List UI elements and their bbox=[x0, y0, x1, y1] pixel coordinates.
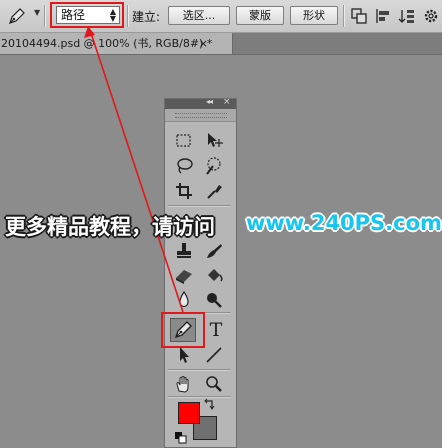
watermark: 更多精品教程，请访问 www.240PS.com bbox=[0, 209, 442, 241]
separator bbox=[343, 5, 345, 27]
document-tab[interactable]: 20104494.psd @ 100% (书, RGB/8#) * × bbox=[0, 33, 233, 54]
eyedropper-tool-icon[interactable] bbox=[203, 180, 225, 202]
options-bar: ▼ 路径 ▲ ▼ 建立: 选区... 蒙版 形状 bbox=[0, 0, 442, 33]
swap-colors-icon[interactable] bbox=[202, 398, 216, 412]
document-tab-title: 20104494.psd @ 100% (书, RGB/8#) * bbox=[1, 37, 213, 50]
close-panel-icon[interactable]: × bbox=[223, 97, 231, 107]
path-alignment-icon[interactable] bbox=[374, 7, 392, 25]
collapse-panel-icon[interactable]: ◂◂ bbox=[206, 97, 213, 106]
separator bbox=[168, 396, 231, 398]
document-tab-bar: 20104494.psd @ 100% (书, RGB/8#) * × bbox=[0, 33, 442, 55]
settings-gear-icon[interactable] bbox=[422, 7, 440, 25]
tools-panel-header: ◂◂ × bbox=[165, 97, 236, 109]
separator bbox=[44, 5, 46, 27]
blur-tool-icon[interactable] bbox=[173, 289, 195, 311]
path-arrangement-icon[interactable] bbox=[398, 7, 416, 25]
separator bbox=[127, 5, 129, 27]
paint-bucket-tool-icon[interactable] bbox=[203, 264, 225, 286]
separator bbox=[168, 369, 231, 371]
path-selection-tool-icon[interactable] bbox=[173, 344, 195, 366]
type-tool-icon[interactable]: T bbox=[205, 319, 227, 341]
watermark-text: 更多精品教程，请访问 bbox=[5, 215, 215, 239]
watermark-url: www.240PS.com bbox=[246, 211, 442, 235]
tool-preset-picker[interactable] bbox=[6, 6, 32, 26]
clone-stamp-tool-icon[interactable] bbox=[173, 240, 195, 262]
line-tool-icon[interactable] bbox=[203, 344, 225, 366]
dodge-tool-icon[interactable] bbox=[203, 289, 225, 311]
zoom-tool-icon[interactable] bbox=[203, 373, 225, 395]
mode-highlight-box bbox=[50, 2, 124, 28]
make-mask-button[interactable]: 蒙版 bbox=[236, 6, 284, 25]
separator bbox=[168, 205, 231, 207]
build-label: 建立: bbox=[132, 10, 161, 24]
quick-selection-tool-icon[interactable] bbox=[203, 155, 225, 177]
move-tool-icon[interactable] bbox=[203, 130, 225, 152]
make-shape-button[interactable]: 形状 bbox=[290, 6, 338, 25]
marquee-tool-icon[interactable] bbox=[173, 130, 195, 152]
make-selection-button[interactable]: 选区... bbox=[168, 6, 230, 25]
lasso-tool-icon[interactable] bbox=[173, 155, 195, 177]
panel-grip[interactable] bbox=[165, 109, 236, 122]
hand-tool-icon[interactable] bbox=[173, 373, 195, 395]
default-colors-icon[interactable] bbox=[175, 432, 187, 444]
chevron-down-icon[interactable]: ▼ bbox=[34, 8, 40, 17]
close-tab-icon[interactable]: × bbox=[199, 33, 208, 54]
history-brush-tool-icon[interactable] bbox=[203, 240, 225, 262]
pen-tool-highlight-box bbox=[161, 312, 205, 348]
foreground-color-swatch[interactable] bbox=[178, 402, 200, 424]
eraser-tool-icon[interactable] bbox=[173, 264, 195, 286]
pen-preset-icon bbox=[9, 8, 25, 24]
crop-tool-icon[interactable] bbox=[173, 180, 195, 202]
path-operations-icon[interactable] bbox=[350, 7, 368, 25]
